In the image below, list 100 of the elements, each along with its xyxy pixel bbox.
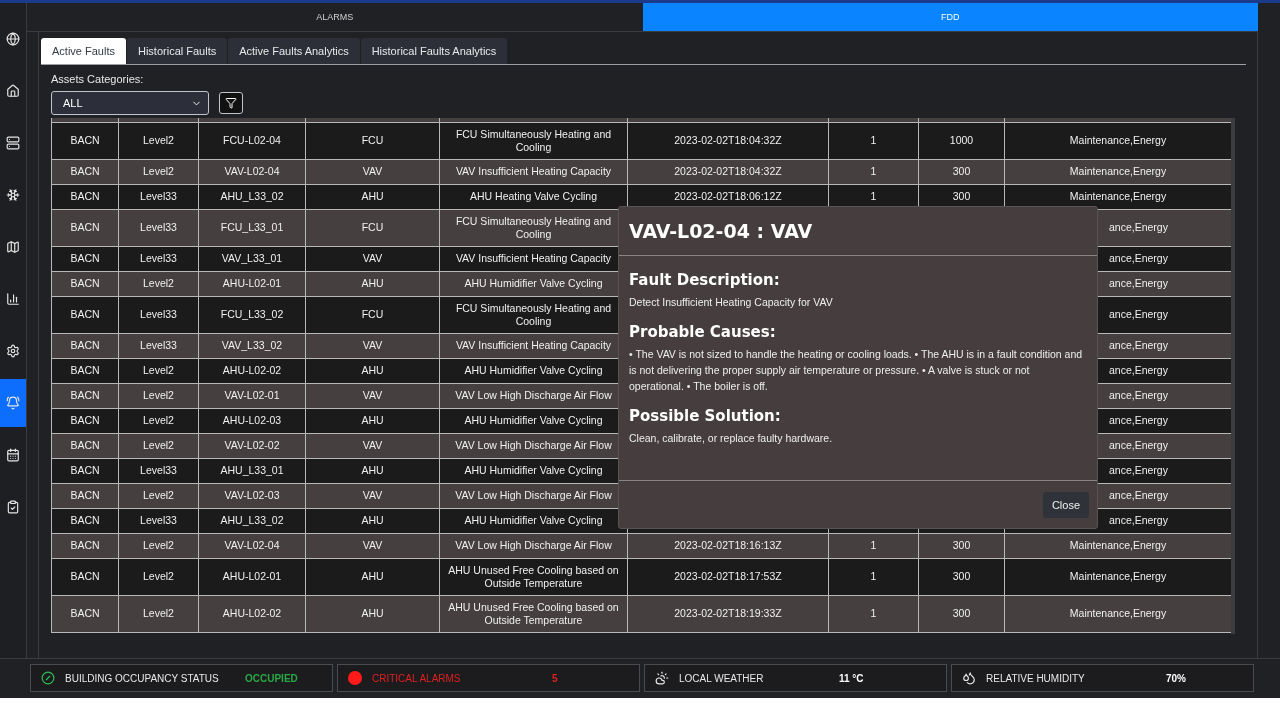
table-cell: VAV Low High Discharge Air Flow	[439, 533, 628, 558]
table-cell: Level2	[118, 408, 199, 433]
table-cell: 1	[828, 558, 919, 595]
category-select[interactable]: ALL	[51, 91, 209, 115]
tab[interactable]: Active Faults	[41, 38, 126, 64]
table-cell: BACN	[51, 184, 119, 209]
table-cell: BACN	[51, 433, 119, 458]
table-cell: VAV-L02-01	[198, 383, 306, 408]
table-cell: FCU_L33_02	[198, 296, 306, 333]
status-value: 11 °C	[839, 672, 864, 684]
table-cell: Level33	[118, 246, 199, 271]
table-cell: Level33	[118, 296, 199, 333]
table-cell: Level2	[118, 383, 199, 408]
filter-button[interactable]	[219, 92, 243, 114]
table-cell: FCU Simultaneously Heating and Cooling	[439, 122, 628, 159]
table-cell: Level33	[118, 333, 199, 358]
tab[interactable]: Historical Faults	[126, 38, 228, 64]
table-cell: FCU	[305, 122, 440, 159]
table-cell: BACN	[51, 408, 119, 433]
table-cell: VAV	[305, 533, 440, 558]
table-cell: BACN	[51, 533, 119, 558]
table-cell: 300	[918, 533, 1005, 558]
status-label: CRITICAL ALARMS	[372, 672, 462, 684]
table-cell: AHU-L02-02	[198, 358, 306, 383]
status-label: LOCAL WEATHER	[679, 672, 765, 684]
nav-tab[interactable]: FDD	[642, 3, 1258, 31]
table-cell: VAV-L02-02	[198, 433, 306, 458]
home-icon	[6, 84, 20, 98]
table-cell: VAV Insufficient Heating Capacity	[439, 159, 628, 184]
table-cell: VAV-L02-03	[198, 483, 306, 508]
table-cell: VAV-L02-04	[198, 533, 306, 558]
table-cell: 1	[828, 122, 919, 159]
table-cell: BACN	[51, 209, 119, 246]
table-cell: Level33	[118, 184, 199, 209]
dialog-title: VAV-L02-04 : VAV	[619, 207, 1097, 256]
settings-icon	[6, 344, 20, 358]
table-cell: AHU_L33_02	[198, 184, 306, 209]
table-cell: AHU	[305, 508, 440, 533]
tab[interactable]: Active Faults Analytics	[228, 38, 360, 64]
table-cell: BACN	[51, 458, 119, 483]
filter-icon	[225, 97, 237, 109]
table-cell: VAV	[305, 246, 440, 271]
status-ok-icon	[41, 671, 55, 685]
table-cell: AHU	[305, 595, 440, 632]
table-cell: 300	[918, 159, 1005, 184]
table-cell: FCU_L33_01	[198, 209, 306, 246]
table-cell: 1	[828, 159, 919, 184]
table-cell: FCU	[305, 209, 440, 246]
table-cell: AHU-L02-03	[198, 408, 306, 433]
table-cell: BACN	[51, 383, 119, 408]
table-cell: AHU	[305, 408, 440, 433]
status-value: OCCUPIED	[245, 672, 298, 684]
section-text: Detect Insufficient Heating Capacity for VAV	[629, 295, 834, 310]
status-value: 5	[552, 672, 558, 684]
table-cell: AHU	[305, 271, 440, 296]
status-label: RELATIVE HUMIDITY	[986, 672, 1086, 684]
table-cell: VAV	[305, 433, 440, 458]
table-cell: Level2	[118, 358, 199, 383]
status-value: 70%	[1166, 672, 1186, 684]
section-text: Clean, calibrate, or replace faulty hardware.	[629, 431, 834, 446]
table-cell: Level2	[118, 533, 199, 558]
checklist-icon	[6, 500, 20, 514]
table-cell: AHU-L02-02	[198, 595, 306, 632]
table-cell: AHU	[305, 184, 440, 209]
table-cell: 2023-02-02T18:17:53Z	[627, 558, 829, 595]
section-heading: Probable Causes:	[629, 323, 777, 341]
section-heading: Possible Solution:	[629, 407, 782, 425]
calendar-icon	[6, 448, 20, 462]
table-cell: VAV	[305, 333, 440, 358]
tab[interactable]: Historical Faults Analytics	[360, 38, 508, 64]
table-cell: Level33	[118, 508, 199, 533]
table-cell: Level2	[118, 558, 199, 595]
table-cell: BACN	[51, 246, 119, 271]
table-cell: AHU-L02-01	[198, 271, 306, 296]
filter-label: Assets Categories:	[51, 73, 145, 85]
table-cell: AHU_L33_02	[198, 508, 306, 533]
table-cell: VAV	[305, 383, 440, 408]
snowflake-icon	[6, 188, 20, 202]
table-cell: Level2	[118, 483, 199, 508]
close-button[interactable]: Close	[1042, 491, 1089, 518]
table-cell: Level33	[118, 209, 199, 246]
table-cell: BACN	[51, 358, 119, 383]
table-cell: Level2	[118, 271, 199, 296]
table-cell: 2023-02-02T18:04:32Z	[627, 159, 829, 184]
table-cell: Level2	[118, 595, 199, 632]
server-icon	[6, 136, 20, 150]
table-cell: VAV	[305, 159, 440, 184]
alarm-dot-icon	[348, 671, 362, 685]
table-cell: 1000	[918, 122, 1005, 159]
droplets-icon	[962, 671, 976, 685]
table-cell: Level2	[118, 122, 199, 159]
table-cell: AHU-L02-01	[198, 558, 306, 595]
table-cell: AHU Unused Free Cooling based on Outside Temperature	[439, 595, 628, 632]
table-cell: 2023-02-02T18:19:33Z	[627, 595, 829, 632]
table-cell: VAV_L33_02	[198, 333, 306, 358]
table-cell: AHU	[305, 558, 440, 595]
table-cell: VAV_L33_01	[198, 246, 306, 271]
table-cell: 2023-02-02T18:16:13Z	[627, 533, 829, 558]
table-cell: AHU_L33_01	[198, 458, 306, 483]
table-cell: 1	[828, 595, 919, 632]
